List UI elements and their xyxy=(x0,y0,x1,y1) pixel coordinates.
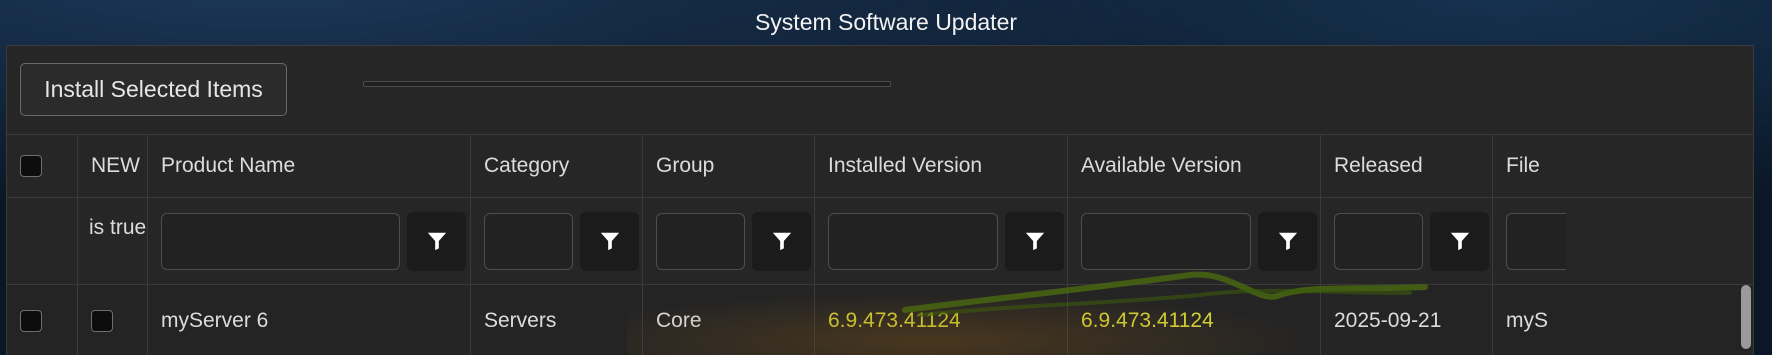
product-name-filter-input[interactable] xyxy=(161,212,400,270)
window-title-bar: System Software Updater xyxy=(0,0,1772,45)
row-group: Core xyxy=(642,285,814,355)
product-name-filter-button[interactable] xyxy=(407,211,466,271)
row-new-checkbox[interactable] xyxy=(91,309,113,332)
row-select-checkbox[interactable] xyxy=(20,309,42,332)
row-category: Servers xyxy=(470,285,642,355)
filter-funnel-icon xyxy=(1025,232,1044,251)
released-filter-button[interactable] xyxy=(1430,211,1489,271)
table-row[interactable]: myServer 6 Servers Core 6.9.473.41124 6.… xyxy=(7,284,1753,355)
window-title: System Software Updater xyxy=(754,9,1018,35)
row-installed-version: 6.9.473.41124 xyxy=(814,285,1067,355)
filter-cell-product-name xyxy=(147,198,470,284)
filter-funnel-icon xyxy=(1450,232,1469,251)
released-filter-input[interactable] xyxy=(1334,212,1423,270)
toolbar: Install Selected Items xyxy=(7,46,1753,134)
row-product-name: myServer 6 xyxy=(147,285,470,355)
column-header-released[interactable]: Released xyxy=(1320,135,1492,197)
row-new-cell xyxy=(77,285,147,355)
filter-cell-new[interactable]: is true xyxy=(77,198,147,284)
new-filter-value[interactable]: is true xyxy=(89,216,146,240)
filter-cell-select xyxy=(7,198,77,284)
group-filter-input[interactable] xyxy=(656,212,745,270)
group-filter-button[interactable] xyxy=(752,211,811,271)
grid-header-row: NEW Product Name Category Group Installe… xyxy=(7,134,1753,197)
updater-panel: Install Selected Items NEW Product Name … xyxy=(6,45,1754,355)
filter-funnel-icon xyxy=(427,232,446,251)
row-available-version: 6.9.473.41124 xyxy=(1067,285,1320,355)
column-header-file[interactable]: File xyxy=(1492,135,1753,197)
filter-funnel-icon xyxy=(1278,232,1297,251)
filter-cell-available-version xyxy=(1067,198,1320,284)
column-header-available-version[interactable]: Available Version xyxy=(1067,135,1320,197)
filter-cell-released xyxy=(1320,198,1492,284)
products-grid: NEW Product Name Category Group Installe… xyxy=(7,134,1753,355)
select-all-checkbox[interactable] xyxy=(20,155,42,177)
filter-funnel-icon xyxy=(600,232,619,251)
column-header-group[interactable]: Group xyxy=(642,135,814,197)
column-header-installed-version[interactable]: Installed Version xyxy=(814,135,1067,197)
filter-cell-category xyxy=(470,198,642,284)
grid-filter-row: is true xyxy=(7,197,1753,284)
file-filter-input[interactable] xyxy=(1506,212,1566,270)
row-file: myS xyxy=(1492,285,1753,355)
column-header-product-name[interactable]: Product Name xyxy=(147,135,470,197)
installed-version-filter-button[interactable] xyxy=(1005,211,1064,271)
filter-cell-group xyxy=(642,198,814,284)
filter-funnel-icon xyxy=(772,232,791,251)
filter-cell-file xyxy=(1492,198,1753,284)
install-selected-button[interactable]: Install Selected Items xyxy=(20,63,287,116)
progress-bar xyxy=(363,81,891,87)
category-filter-input[interactable] xyxy=(484,212,573,270)
available-version-filter-button[interactable] xyxy=(1258,211,1317,271)
installed-version-filter-input[interactable] xyxy=(828,212,998,270)
available-version-filter-input[interactable] xyxy=(1081,212,1251,270)
header-select-all xyxy=(7,135,77,197)
column-header-new[interactable]: NEW xyxy=(77,135,147,197)
row-released: 2025-09-21 xyxy=(1320,285,1492,355)
row-select-cell xyxy=(7,285,77,355)
vertical-scrollbar[interactable] xyxy=(1741,285,1751,349)
column-header-category[interactable]: Category xyxy=(470,135,642,197)
category-filter-button[interactable] xyxy=(580,211,639,271)
filter-cell-installed-version xyxy=(814,198,1067,284)
